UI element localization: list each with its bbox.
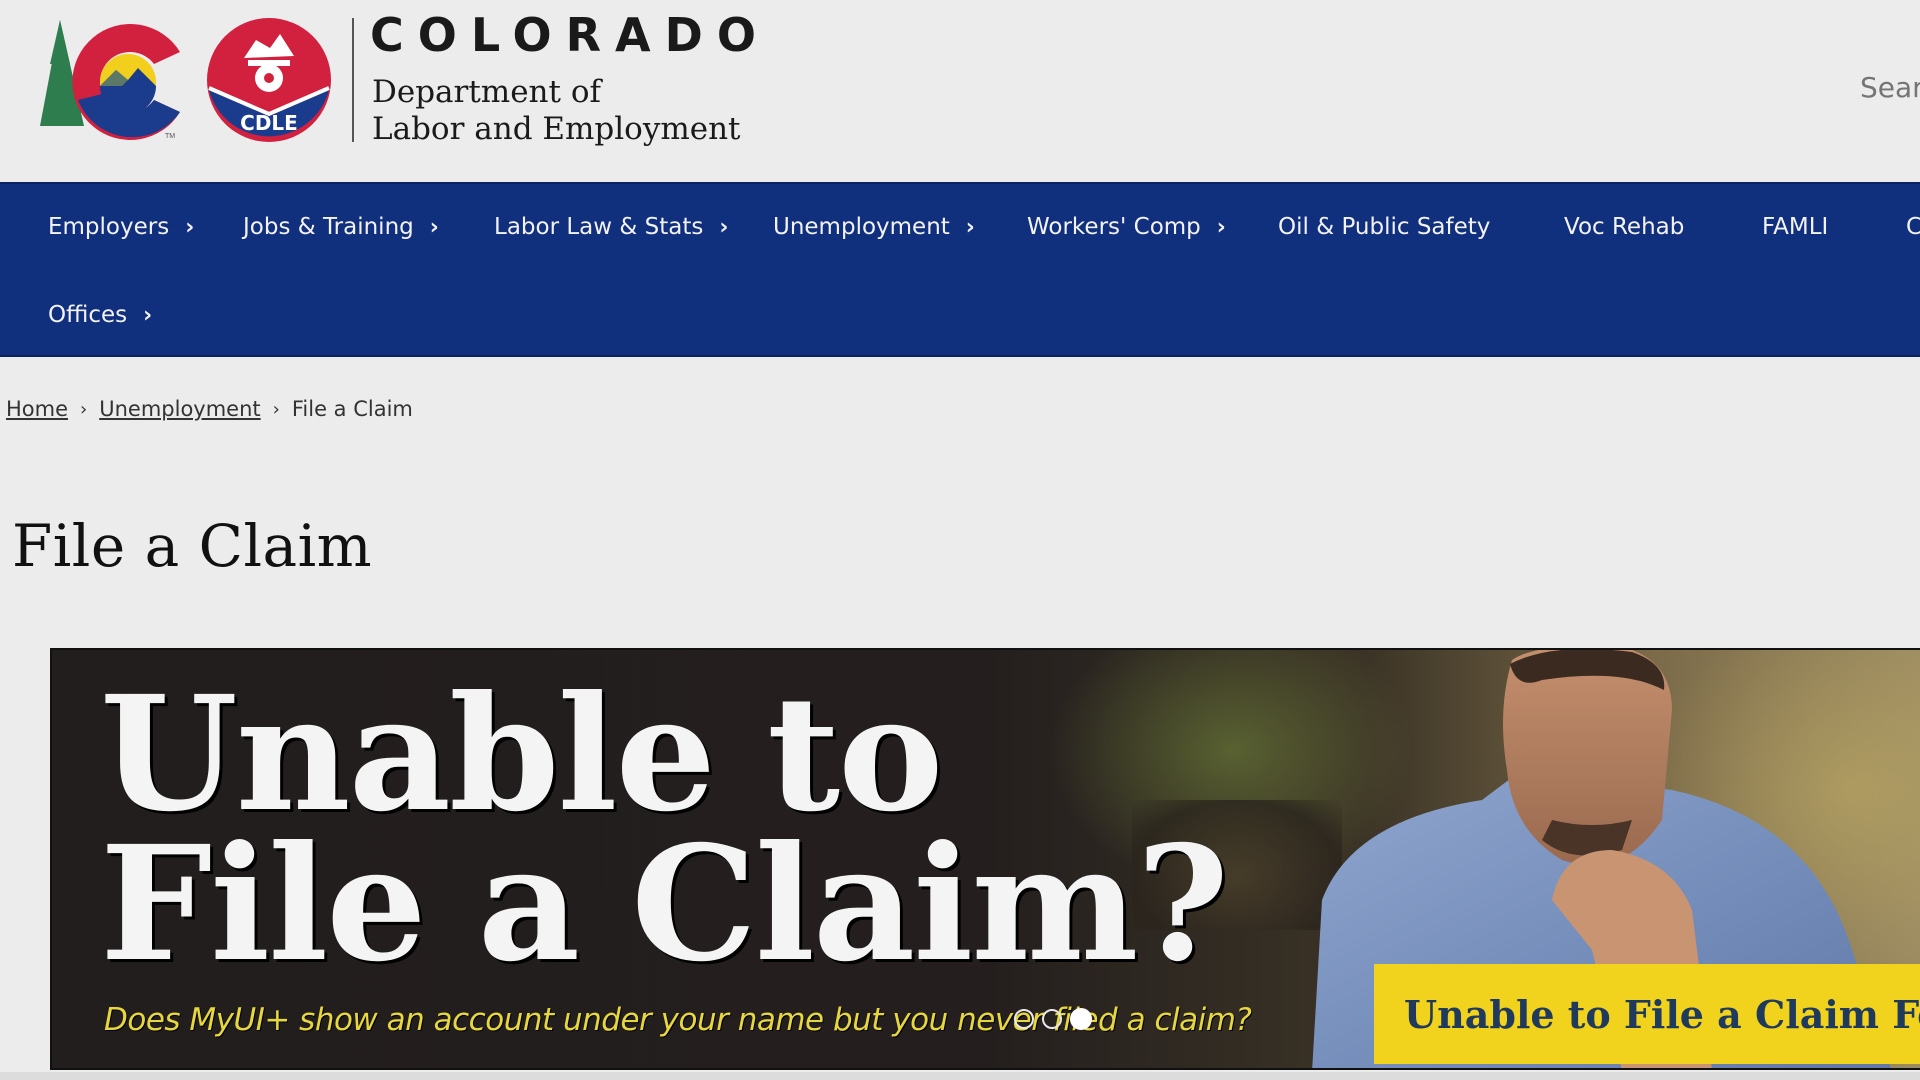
chevron-right-icon: › xyxy=(1216,214,1226,240)
page-bottom-edge xyxy=(0,1072,1920,1080)
logo-divider xyxy=(352,18,354,142)
hero-carousel[interactable]: Unable to File a Claim? Does MyUI+ show … xyxy=(50,648,1920,1070)
cdle-logo-icon: CDLE xyxy=(207,18,331,142)
nav-item-workers-comp[interactable]: Workers' Comp › xyxy=(1027,214,1226,240)
colorado-logo-icon: TM xyxy=(40,20,180,141)
banner-headline-line-2: File a Claim? xyxy=(100,812,1229,997)
nav-item-jobs-training[interactable]: Jobs & Training › xyxy=(243,214,439,240)
department-line-1: Department of xyxy=(372,74,601,110)
nav-item-label: Voc Rehab xyxy=(1564,214,1685,240)
chevron-right-icon: › xyxy=(965,214,975,240)
department-name: Department of Labor and Employment xyxy=(372,74,741,148)
nav-item-labor-law-stats[interactable]: Labor Law & Stats › xyxy=(494,214,728,240)
breadcrumb-current: File a Claim xyxy=(291,397,413,421)
banner-headline-line-1: Unable to xyxy=(100,662,943,847)
page-title: File a Claim xyxy=(12,512,373,580)
breadcrumb-home[interactable]: Home xyxy=(6,397,68,421)
nav-item-famli[interactable]: FAMLI xyxy=(1762,214,1828,240)
carousel-dots xyxy=(1014,1008,1092,1030)
chevron-right-icon: › xyxy=(185,214,195,240)
department-line-2: Labor and Employment xyxy=(372,111,741,147)
carousel-dot-3-active[interactable] xyxy=(1070,1008,1092,1030)
nav-item-label: Employers xyxy=(48,214,170,240)
nav-item-label: C xyxy=(1906,214,1920,240)
state-name: COLORADO xyxy=(370,8,770,62)
svg-text:TM: TM xyxy=(165,133,175,140)
nav-item-label: Workers' Comp xyxy=(1027,214,1201,240)
site-header: TM CDLE COLORADO Department of Labor and… xyxy=(0,0,1920,182)
banner-callout[interactable]: Unable to File a Claim Fo xyxy=(1374,964,1920,1064)
breadcrumb: Home › Unemployment › File a Claim xyxy=(6,397,413,421)
nav-item-voc-rehab[interactable]: Voc Rehab xyxy=(1564,214,1684,240)
nav-item-truncated[interactable]: C xyxy=(1906,214,1920,240)
nav-item-oil-public-safety[interactable]: Oil & Public Safety xyxy=(1278,214,1490,240)
breadcrumb-separator-icon: › xyxy=(80,398,88,420)
nav-item-label: Jobs & Training xyxy=(243,214,414,240)
nav-item-label: FAMLI xyxy=(1762,214,1829,240)
chevron-right-icon: › xyxy=(143,302,153,328)
banner-headline: Unable to File a Claim? xyxy=(100,662,1229,997)
nav-item-unemployment[interactable]: Unemployment › xyxy=(773,214,975,240)
nav-item-employers[interactable]: Employers › xyxy=(48,214,194,240)
breadcrumb-unemployment[interactable]: Unemployment xyxy=(99,397,260,421)
nav-item-label: Labor Law & Stats xyxy=(494,214,704,240)
main-navigation: Employers › Jobs & Training › Labor Law … xyxy=(0,182,1920,357)
nav-item-offices[interactable]: Offices › xyxy=(48,302,152,328)
svg-text:CDLE: CDLE xyxy=(240,111,298,135)
carousel-dot-1[interactable] xyxy=(1014,1009,1034,1029)
nav-item-label: Unemployment xyxy=(773,214,950,240)
chevron-right-icon: › xyxy=(429,214,439,240)
search-input[interactable] xyxy=(1860,62,1920,112)
breadcrumb-separator-icon: › xyxy=(272,398,280,420)
banner-callout-text: Unable to File a Claim Fo xyxy=(1404,991,1920,1037)
nav-item-label: Offices xyxy=(48,302,128,328)
nav-item-label: Oil & Public Safety xyxy=(1278,214,1491,240)
carousel-dot-2[interactable] xyxy=(1042,1009,1062,1029)
chevron-right-icon: › xyxy=(719,214,729,240)
